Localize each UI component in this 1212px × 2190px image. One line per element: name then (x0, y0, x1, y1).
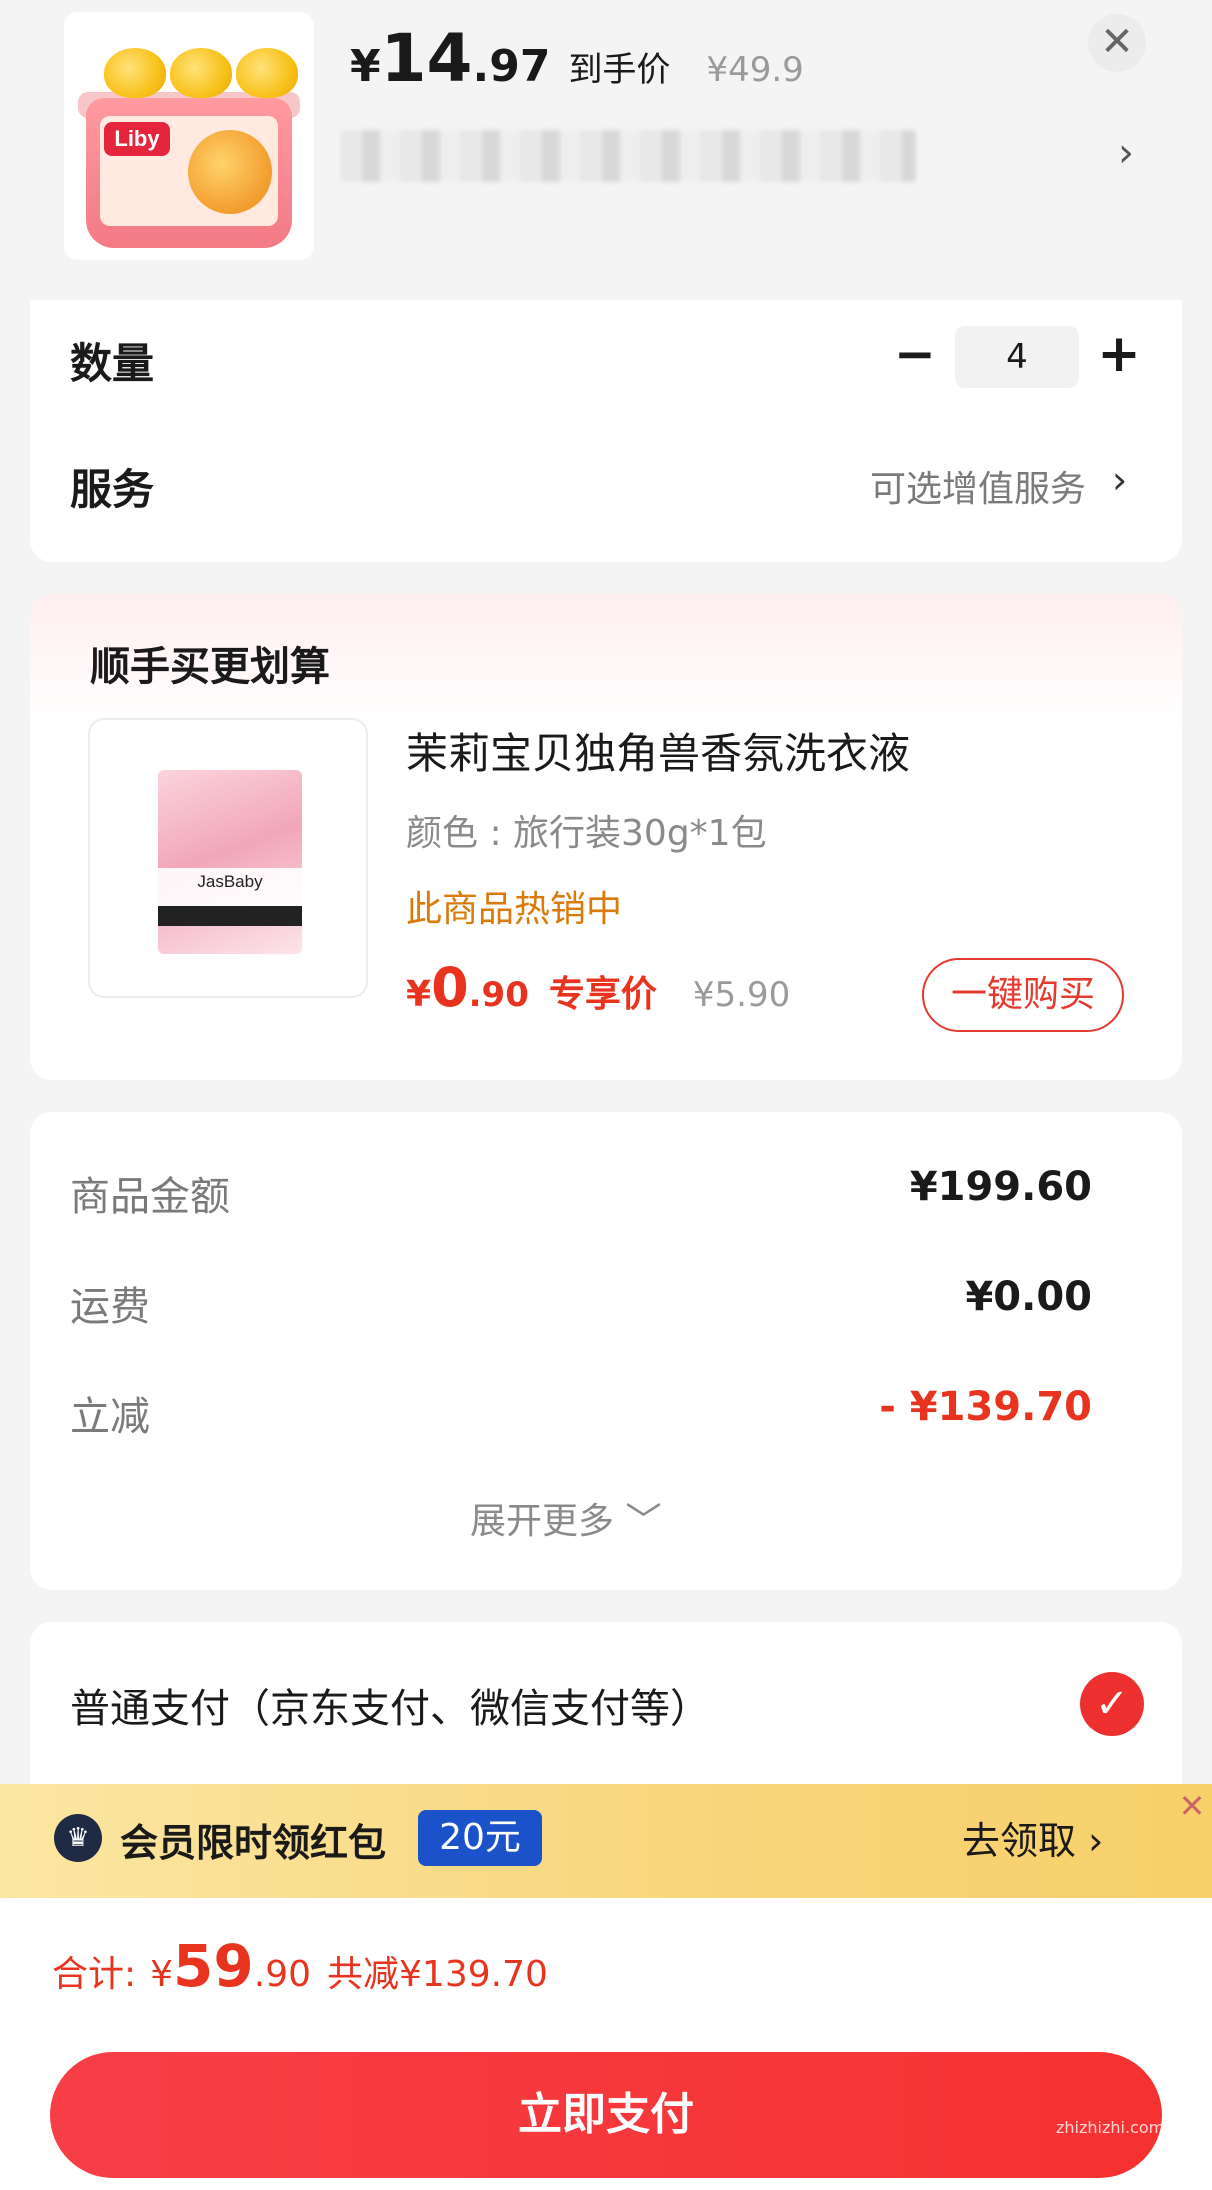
quantity-label: 数量 (70, 339, 155, 388)
increment-button[interactable]: + (1094, 326, 1144, 386)
original-price: ¥5.90 (692, 975, 791, 1015)
payment-method-label[interactable]: 普通支付（京东支付、微信支付等） (70, 1676, 710, 1734)
price-integer: 0 (431, 956, 469, 1019)
service-label: 服务 (70, 465, 155, 514)
quantity-input[interactable]: 4 (955, 326, 1079, 388)
pay-now-button[interactable]: 立即支付 (50, 2052, 1162, 2178)
member-promo-text: 会员限时领红包 (120, 1821, 387, 1865)
total-savings: 共减¥139.70 (327, 1954, 548, 1995)
upsell-price: ¥ 0 .90 专享价 ¥5.90 (406, 956, 790, 1019)
claim-button[interactable]: 去领取 › (962, 1810, 1103, 1865)
pouch-image: JasBaby (158, 770, 302, 954)
upsell-title: 顺手买更划算 (90, 644, 330, 690)
upsell-product-spec: 颜色 : 旅行装30g*1包 (406, 813, 767, 854)
total-integer: 59 (173, 1932, 254, 2000)
red-packet-amount-badge: 20元 (418, 1810, 542, 1866)
product-image-pod (236, 48, 298, 98)
chevron-right-icon[interactable]: › (1118, 130, 1134, 176)
upsell-product-name[interactable]: 茉莉宝贝独角兽香氛洗衣液 (406, 720, 910, 781)
product-image-pod (170, 48, 232, 98)
price-tag: 到手价 (568, 50, 671, 90)
summary-label-discount: 立减 (70, 1394, 150, 1440)
exclusive-price-tag: 专享价 (548, 974, 657, 1015)
pouch-strip (158, 906, 302, 926)
product-thumbnail[interactable]: Liby (64, 12, 314, 260)
price-currency: ¥ (406, 974, 432, 1015)
total-decimal: .90 (253, 1954, 312, 1995)
service-option[interactable]: 可选增值服务 (870, 460, 1086, 512)
chevron-right-icon[interactable]: › (1112, 458, 1127, 502)
header-price: ¥ 14 .97 到手价 ¥49.9 (350, 20, 804, 97)
decrement-button[interactable]: − (890, 326, 940, 386)
summary-value-shipping: ¥0.00 (965, 1274, 1092, 1320)
product-image-fruit (188, 130, 272, 214)
upsell-product-image[interactable]: JasBaby (88, 718, 368, 998)
hot-selling-note: 此商品热销中 (406, 889, 623, 930)
expand-more-button[interactable]: 展开更多 ﹀ (470, 1492, 661, 1544)
product-image-pod (104, 48, 166, 98)
original-price: ¥49.9 (706, 50, 804, 90)
close-icon[interactable]: ✕ (1088, 14, 1146, 72)
total-currency: ¥ (150, 1954, 174, 1995)
price-decimal: .97 (472, 41, 551, 92)
order-total: 合计: ¥ 59 .90 共减¥139.70 (52, 1932, 548, 2000)
price-currency: ¥ (350, 41, 381, 92)
summary-label-shipping: 运费 (70, 1284, 150, 1330)
brand-logo: Liby (104, 122, 170, 156)
close-icon[interactable]: ✕ (1172, 1786, 1212, 1826)
price-integer: 14 (380, 20, 473, 97)
blurred-product-spec[interactable] (340, 130, 916, 182)
price-decimal: .90 (468, 975, 529, 1015)
checkmark-icon[interactable]: ✓ (1080, 1672, 1144, 1736)
total-label: 合计: (52, 1954, 137, 1995)
summary-label-goods: 商品金额 (70, 1174, 230, 1220)
member-crown-icon: ♛ (54, 1814, 102, 1862)
pouch-brand-logo: JasBaby (197, 872, 263, 891)
summary-value-discount: - ¥139.70 (879, 1384, 1092, 1430)
watermark: zhizhizhi.com (1056, 2118, 1165, 2137)
one-click-buy-button[interactable]: 一键购买 (922, 958, 1124, 1032)
summary-value-goods: ¥199.60 (909, 1164, 1092, 1210)
